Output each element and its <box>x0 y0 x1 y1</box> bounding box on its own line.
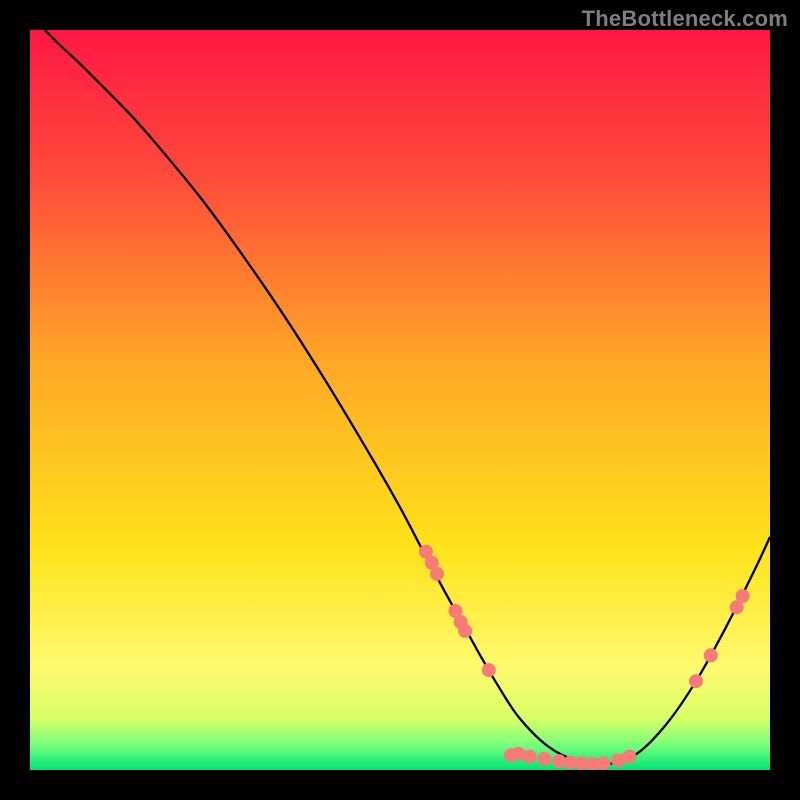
data-marker <box>736 589 750 603</box>
data-marker <box>689 674 703 688</box>
data-marker <box>537 752 551 766</box>
data-marker <box>482 663 496 677</box>
data-marker <box>523 750 537 764</box>
data-marker <box>597 756 611 770</box>
data-marker <box>622 750 636 764</box>
data-marker <box>704 648 718 662</box>
chart-frame <box>30 30 770 770</box>
watermark-text: TheBottleneck.com <box>582 6 788 32</box>
data-marker <box>458 624 472 638</box>
bottleneck-chart <box>30 30 770 770</box>
data-marker <box>430 567 444 581</box>
chart-background <box>30 30 770 770</box>
